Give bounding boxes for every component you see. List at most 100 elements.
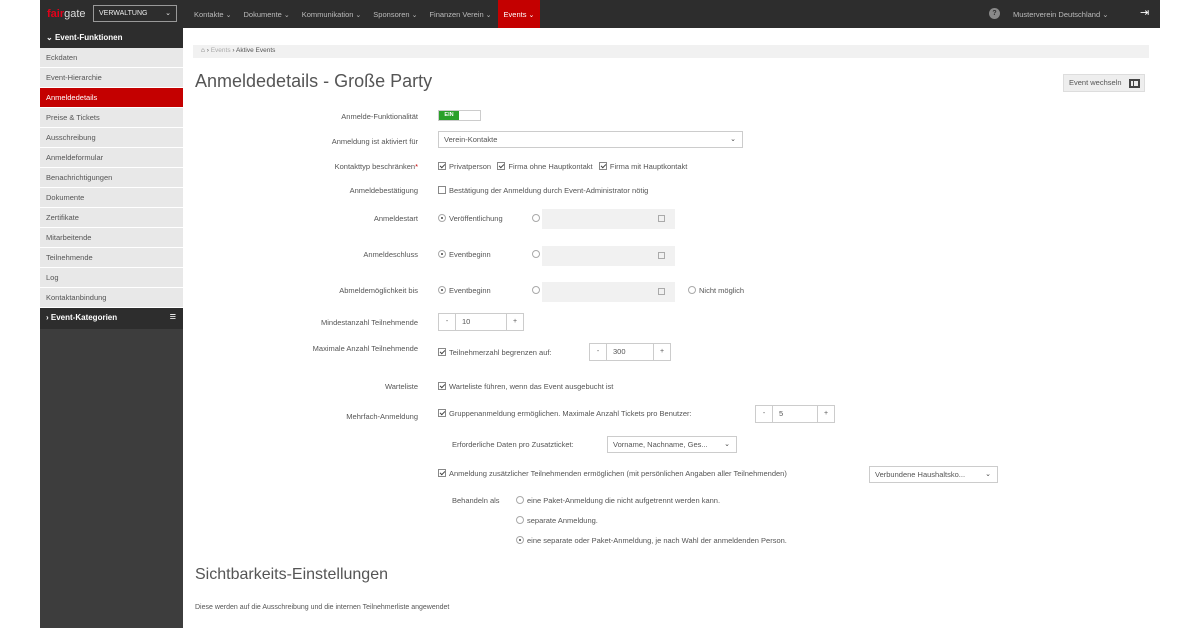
- decrement-button[interactable]: -: [755, 405, 773, 423]
- kontakttyp-firma-ohne[interactable]: Firma ohne Hauptkontakt: [497, 162, 593, 171]
- required-marker: *: [415, 162, 418, 171]
- radio-checked-icon: [438, 286, 446, 294]
- anmeldeschluss-date-input[interactable]: [542, 246, 675, 266]
- aktiviert-label: Anmeldung ist aktiviert für: [331, 137, 418, 146]
- organisation-dropdown[interactable]: Musterverein Deutschland ⌄: [1013, 0, 1109, 29]
- increment-button[interactable]: +: [653, 343, 671, 361]
- help-icon[interactable]: ?: [989, 8, 1000, 19]
- switch-event-icon: [1129, 79, 1140, 88]
- sidebar-item-zertifikate[interactable]: Zertifikate: [40, 208, 183, 228]
- calendar-icon[interactable]: [658, 288, 665, 295]
- checkbox-checked-icon: [438, 469, 446, 477]
- radio-icon: [532, 250, 540, 258]
- sidebar-item-teilnehmende[interactable]: Teilnehmende: [40, 248, 183, 268]
- increment-button[interactable]: +: [506, 313, 524, 331]
- erforderlich-select[interactable]: Vorname, Nachname, Ges... ⌄: [607, 436, 737, 453]
- sidebar-item-anmeldedetails[interactable]: Anmeldedetails: [40, 88, 183, 108]
- breadcrumb-aktive-events[interactable]: Aktive Events: [236, 47, 275, 54]
- chevron-down-icon: ⌄: [485, 12, 492, 19]
- mehrfach-label: Mehrfach-Anmeldung: [346, 412, 418, 421]
- decrement-button[interactable]: -: [589, 343, 607, 361]
- behandeln-radio-paket[interactable]: eine Paket-Anmeldung die nicht aufgetren…: [516, 496, 720, 505]
- module-dropdown[interactable]: VERWALTUNG ⌄: [93, 5, 177, 22]
- zusatz-select[interactable]: Verbundene Haushaltsko... ⌄: [869, 466, 998, 483]
- max-value-input[interactable]: 300: [607, 343, 653, 361]
- logout-icon[interactable]: ⇥: [1140, 6, 1149, 19]
- gruppe-stepper: - 5 +: [755, 405, 835, 423]
- sidebar-item-log[interactable]: Log: [40, 268, 183, 288]
- decrement-button[interactable]: -: [438, 313, 456, 331]
- switch-event-button[interactable]: Event wechseln: [1063, 74, 1145, 92]
- min-stepper: - 10 +: [438, 313, 524, 331]
- menu-label: Finanzen Verein: [429, 10, 484, 19]
- warteliste-checkbox[interactable]: Warteliste führen, wenn das Event ausgeb…: [438, 382, 613, 391]
- sidebar-item-anmeldeformular[interactable]: Anmeldeformular: [40, 148, 183, 168]
- menu-item-events[interactable]: Events ⌄: [497, 0, 541, 28]
- kontakttyp-firma-mit[interactable]: Firma mit Hauptkontakt: [598, 162, 688, 171]
- page-margin-left: [0, 0, 40, 628]
- radio-icon: [516, 516, 524, 524]
- max-checkbox[interactable]: Teilnehmerzahl begrenzen auf:: [438, 348, 552, 357]
- max-stepper: - 300 +: [589, 343, 671, 361]
- menu-item-finanzen[interactable]: Finanzen Verein ⌄: [423, 0, 497, 28]
- sidebar-item-event-hierarchie[interactable]: Event-Hierarchie: [40, 68, 183, 88]
- min-value-input[interactable]: 10: [456, 313, 506, 331]
- bestaetigung-checkbox[interactable]: Bestätigung der Anmeldung durch Event-Ad…: [438, 186, 648, 195]
- kontakttyp-privatperson[interactable]: Privatperson: [438, 162, 491, 171]
- funktionalitaet-toggle[interactable]: EIN: [438, 110, 481, 121]
- anmeldestart-radio-publication[interactable]: Veröffentlichung: [438, 214, 503, 223]
- breadcrumb-events[interactable]: Events: [211, 47, 231, 54]
- menu-item-dokumente[interactable]: Dokumente ⌄: [237, 0, 295, 28]
- zusatz-value: Verbundene Haushaltsko...: [875, 470, 966, 479]
- gruppe-value-input[interactable]: 5: [773, 405, 817, 423]
- radio-label: eine separate oder Paket-Anmeldung, je n…: [527, 536, 787, 545]
- calendar-icon[interactable]: [658, 252, 665, 259]
- abmelde-date-input[interactable]: [542, 282, 675, 302]
- option-label: Firma mit Hauptkontakt: [609, 162, 688, 171]
- sidebar-item-mitarbeitende[interactable]: Mitarbeitende: [40, 228, 183, 248]
- anmeldestart-date-input[interactable]: [542, 209, 675, 229]
- sidebar-section-header[interactable]: ⌄ Event-Funktionen: [40, 28, 183, 48]
- zusatz-text: Anmeldung zusätzlicher Teilnehmenden erm…: [449, 469, 787, 478]
- chevron-down-icon: ⌄: [411, 12, 418, 19]
- increment-button[interactable]: +: [817, 405, 835, 423]
- behandeln-radio-wahl[interactable]: eine separate oder Paket-Anmeldung, je n…: [516, 536, 787, 545]
- sidebar-item-kontaktanbindung[interactable]: Kontaktanbindung: [40, 288, 183, 308]
- abmelde-radio-nicht[interactable]: Nicht möglich: [688, 286, 744, 295]
- sidebar-item-ausschreibung[interactable]: Ausschreibung: [40, 128, 183, 148]
- anmeldestart-label: Anmeldestart: [373, 214, 418, 223]
- erforderlich-label: Erforderliche Daten pro Zusatzticket:: [452, 440, 574, 449]
- main-menu: Kontakte ⌄ Dokumente ⌄ Kommunikation ⌄ Spon…: [188, 0, 541, 28]
- logo[interactable]: fairgate: [47, 8, 86, 20]
- behandeln-radio-separate[interactable]: separate Anmeldung.: [516, 516, 598, 525]
- menu-item-kontakte[interactable]: Kontakte ⌄: [188, 0, 237, 28]
- radio-checked-icon: [438, 214, 446, 222]
- breadcrumb: ⌂ › Events › Aktive Events: [193, 45, 1149, 58]
- sidebar-item-dokumente[interactable]: Dokumente: [40, 188, 183, 208]
- module-label: VERWALTUNG: [99, 10, 148, 17]
- aktiviert-select[interactable]: Verein-Kontakte ⌄: [438, 131, 743, 148]
- chevron-down-icon: ⌄: [528, 12, 535, 19]
- max-label: Maximale Anzahl Teilnehmende: [312, 344, 418, 353]
- kontakttyp-options: Privatperson Firma ohne Hauptkontakt Fir…: [438, 162, 687, 171]
- hamburger-menu-icon[interactable]: ≡: [170, 311, 176, 323]
- menu-item-kommunikation[interactable]: Kommunikation ⌄: [296, 0, 368, 28]
- calendar-icon[interactable]: [658, 215, 665, 222]
- radio-label: eine Paket-Anmeldung die nicht aufgetren…: [527, 496, 721, 505]
- anmeldeschluss-radio-eventbeginn[interactable]: Eventbeginn: [438, 250, 491, 259]
- checkbox-checked-icon: [438, 348, 446, 356]
- menu-item-sponsoren[interactable]: Sponsoren ⌄: [367, 0, 423, 28]
- zusatz-checkbox[interactable]: Anmeldung zusätzlicher Teilnehmenden erm…: [438, 469, 787, 478]
- main-content: ⌂ › Events › Aktive Events Anmeldedetail…: [183, 28, 1160, 628]
- home-icon[interactable]: ⌂: [201, 47, 205, 54]
- kontakttyp-label-text: Kontakttyp beschränken: [334, 162, 416, 171]
- sidebar-item-eckdaten[interactable]: Eckdaten: [40, 48, 183, 68]
- app: fairgate VERWALTUNG ⌄ Kontakte ⌄ Dokumente…: [40, 0, 1160, 628]
- abmelde-radio-eventbeginn[interactable]: Eventbeginn: [438, 286, 491, 295]
- gruppe-checkbox[interactable]: Gruppenanmeldung ermöglichen. Maximale A…: [438, 409, 692, 418]
- logo-part-a: fair: [47, 8, 65, 20]
- sidebar-item-benachrichtigungen[interactable]: Benachrichtigungen: [40, 168, 183, 188]
- max-check-text: Teilnehmerzahl begrenzen auf:: [449, 348, 552, 357]
- sidebar-categories-header[interactable]: › Event-Kategorien ≡: [40, 308, 183, 329]
- sidebar-item-preise-tickets[interactable]: Preise & Tickets: [40, 108, 183, 128]
